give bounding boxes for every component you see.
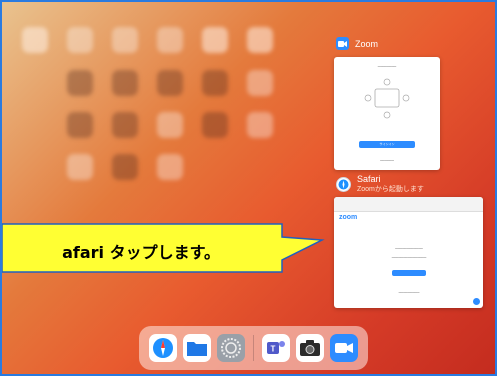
safari-card-title: Safari bbox=[357, 174, 381, 184]
dock-separator bbox=[253, 335, 254, 361]
camera-icon[interactable] bbox=[296, 334, 324, 362]
blurred-app-icon bbox=[157, 154, 183, 180]
blurred-app-icon bbox=[202, 112, 228, 138]
safari-page-footer-line: ▁▁▁▁▁▁▁▁▁ bbox=[398, 289, 420, 293]
blurred-app-icon bbox=[112, 70, 138, 96]
settings-icon[interactable] bbox=[217, 334, 245, 362]
zoom-signin-button[interactable]: サインイン bbox=[359, 141, 415, 148]
blurred-app-icon bbox=[112, 27, 138, 53]
blurred-app-icon bbox=[67, 70, 93, 96]
safari-icon[interactable] bbox=[149, 334, 177, 362]
blurred-app-icon bbox=[67, 154, 93, 180]
safari-card-header: Safari Zoomから起動します bbox=[336, 174, 424, 194]
safari-page-text-line: ▁▁▁▁▁▁▁▁▁▁▁▁ bbox=[395, 245, 423, 249]
help-bubble-icon[interactable] bbox=[473, 298, 480, 305]
zoom-card-heading-line: ▁▁▁▁▁▁▁▁ bbox=[377, 63, 397, 67]
dock: T bbox=[139, 326, 368, 370]
blurred-app-icon bbox=[157, 27, 183, 53]
browser-address-bar bbox=[334, 197, 483, 212]
blurred-app-icon bbox=[67, 112, 93, 138]
svg-text:T: T bbox=[271, 345, 276, 354]
safari-card-titles: Safari Zoomから起動します bbox=[357, 174, 424, 194]
safari-launch-button[interactable] bbox=[392, 270, 426, 276]
meeting-illustration-icon bbox=[364, 78, 410, 119]
zoom-card-title: Zoom bbox=[355, 38, 379, 49]
zoom-page-logo: zoom bbox=[339, 214, 358, 221]
zoom-app-card[interactable]: ▁▁▁▁▁▁▁▁ サインイン ▁▁▁▁▁▁ bbox=[334, 57, 440, 170]
teams-icon[interactable]: T bbox=[262, 334, 290, 362]
safari-app-icon bbox=[336, 176, 351, 192]
blurred-app-icon bbox=[112, 154, 138, 180]
blurred-app-icon bbox=[67, 27, 93, 53]
safari-card-subtitle: Zoomから起動します bbox=[357, 186, 424, 193]
blurred-app-icon bbox=[247, 112, 273, 138]
instruction-callout-text: afari タップします。 bbox=[62, 243, 220, 262]
files-icon[interactable] bbox=[183, 334, 211, 362]
blurred-app-icon bbox=[157, 70, 183, 96]
zoom-card-footer-line: ▁▁▁▁▁▁ bbox=[380, 157, 394, 161]
safari-page-text-line: ▁▁▁▁▁▁▁▁▁▁▁▁▁▁▁ bbox=[391, 254, 427, 258]
zoom-card-header: Zoom bbox=[336, 37, 378, 50]
zoom-app-icon bbox=[336, 37, 349, 50]
blurred-app-icon bbox=[202, 70, 228, 96]
ipad-app-switcher: Zoom ▁▁▁▁▁▁▁▁ サインイン ▁▁▁▁▁▁ Safari Zoomから… bbox=[0, 0, 497, 376]
blurred-app-icon bbox=[202, 27, 228, 53]
blurred-app-icon bbox=[112, 112, 138, 138]
zoom-icon[interactable] bbox=[330, 334, 358, 362]
blurred-app-icon bbox=[157, 112, 183, 138]
safari-app-card[interactable]: zoom ▁▁▁▁▁▁▁▁▁▁▁▁ ▁▁▁▁▁▁▁▁▁▁▁▁▁▁▁ ▁▁▁▁▁▁… bbox=[334, 197, 483, 308]
blurred-app-icon bbox=[22, 27, 48, 53]
blurred-app-icon bbox=[247, 27, 273, 53]
blurred-app-icon bbox=[247, 70, 273, 96]
